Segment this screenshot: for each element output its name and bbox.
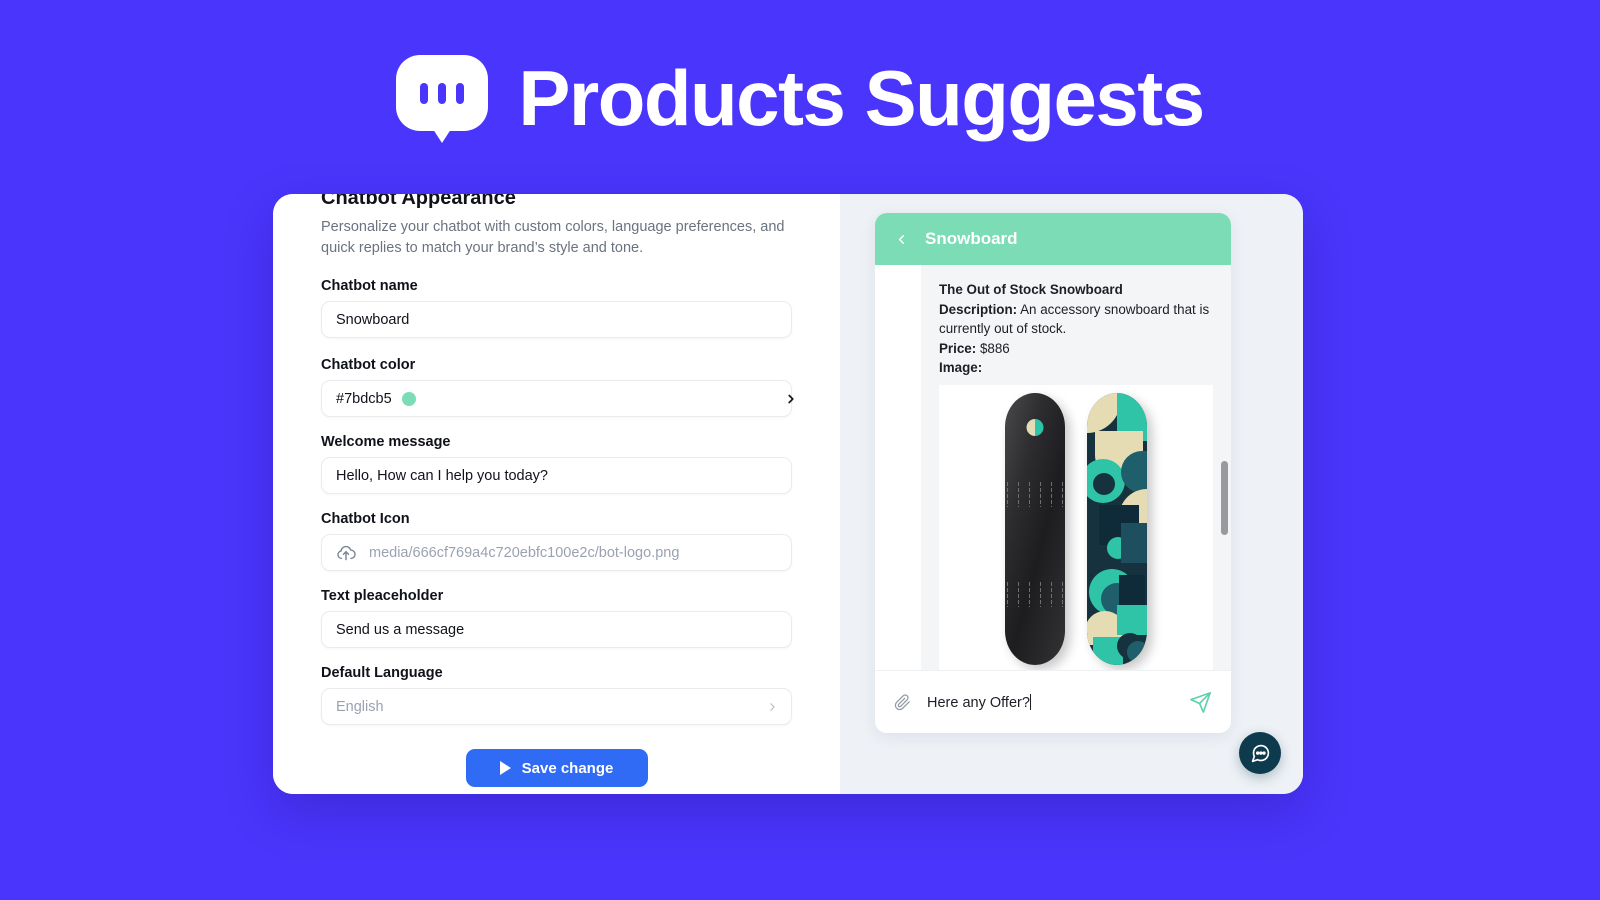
settings-pane: Chatbot Appearance Personalize your chat… xyxy=(273,194,840,794)
field-text-placeholder: Text pleaceholder Send us a message xyxy=(321,588,792,648)
snowboard-dark-screws-bottom xyxy=(1006,580,1064,607)
hero-banner: Products Suggests xyxy=(0,0,1600,196)
text-placeholder-input[interactable]: Send us a message xyxy=(321,611,792,648)
field-welcome-message: Welcome message Hello, How can I help yo… xyxy=(321,434,792,494)
product-description-row: Description: An accessory snowboard that… xyxy=(939,300,1213,339)
snowboards-illustration xyxy=(1005,392,1147,665)
send-plane-icon[interactable] xyxy=(1189,691,1212,714)
text-caret xyxy=(1029,693,1031,710)
chat-bubble-dots-icon xyxy=(1251,744,1269,762)
chevron-right-icon[interactable] xyxy=(766,700,779,713)
label-default-language: Default Language xyxy=(321,665,443,681)
settings-subtitle: Personalize your chatbot with custom col… xyxy=(321,219,785,256)
logo-dots xyxy=(396,83,488,104)
settings-heading: Chatbot Appearance xyxy=(321,194,516,209)
chat-header-title: Snowboard xyxy=(925,229,1018,248)
snowboard-dark xyxy=(1005,392,1065,665)
default-language-select[interactable]: English xyxy=(321,688,792,725)
field-default-language: Default Language English xyxy=(321,665,792,725)
label-chatbot-icon: Chatbot Icon xyxy=(321,511,410,527)
price-value: $886 xyxy=(979,340,1010,356)
welcome-message-value: Hello, How can I help you today? xyxy=(336,467,548,484)
chevron-right-icon[interactable] xyxy=(784,392,798,406)
chat-preview-pane: Snowboard The Out of Stock Snowboard Des… xyxy=(840,194,1303,794)
app-window: Chatbot Appearance Personalize your chat… xyxy=(273,194,1303,794)
save-change-button[interactable]: Save change xyxy=(465,749,648,787)
save-change-label: Save change xyxy=(521,759,614,777)
chat-fab-button[interactable] xyxy=(1239,732,1281,774)
product-image xyxy=(939,384,1213,670)
save-row: Save change xyxy=(321,749,792,787)
color-swatch xyxy=(401,391,416,406)
chatbot-name-input[interactable]: Snowboard xyxy=(321,301,792,338)
cloud-upload-icon xyxy=(337,545,356,560)
field-chatbot-color: Chatbot color #7bdcb5 xyxy=(321,357,794,417)
snowboard-dark-screws-top xyxy=(1006,480,1064,507)
chatbot-color-select[interactable]: #7bdcb5 xyxy=(321,380,794,417)
chat-message-input[interactable]: Here any Offer? xyxy=(927,693,1173,711)
description-label: Description: xyxy=(939,301,1018,317)
chat-message-value: Here any Offer? xyxy=(927,694,1030,711)
chatbot-color-value: #7bdcb5 xyxy=(336,390,392,407)
chat-header: Snowboard xyxy=(875,213,1231,265)
chatbot-name-value: Snowboard xyxy=(336,311,410,328)
label-welcome-message: Welcome message xyxy=(321,434,451,450)
play-icon xyxy=(499,761,511,775)
logo-dot-2 xyxy=(438,83,447,104)
logo-dot-3 xyxy=(456,83,465,104)
chat-bubble-dots-logo-icon xyxy=(396,55,489,143)
product-price-row: Price: $886 xyxy=(939,339,1213,359)
chatbot-icon-upload[interactable]: media/666cf769a4c720ebfc100e2c/bot-logo.… xyxy=(321,534,792,571)
snowboard-dark-logo xyxy=(1026,418,1044,436)
paperclip-icon[interactable] xyxy=(894,693,911,712)
label-text-placeholder: Text pleaceholder xyxy=(321,588,444,604)
chat-scrollbar[interactable] xyxy=(1221,461,1228,535)
text-placeholder-value: Send us a message xyxy=(336,621,465,638)
welcome-message-input[interactable]: Hello, How can I help you today? xyxy=(321,457,792,494)
product-image-row: Image: xyxy=(939,358,1213,378)
snowboard-patterned xyxy=(1087,392,1147,665)
image-label: Image: xyxy=(939,360,983,375)
label-chatbot-name: Chatbot name xyxy=(321,278,418,294)
default-language-value: English xyxy=(336,698,384,715)
chat-widget: Snowboard The Out of Stock Snowboard Des… xyxy=(875,213,1231,733)
bot-message-bubble: The Out of Stock Snowboard Description: … xyxy=(921,265,1231,670)
chat-input-row: Here any Offer? xyxy=(875,670,1231,733)
chevron-left-icon[interactable] xyxy=(894,232,909,247)
logo-bubble-tail xyxy=(429,123,456,143)
field-chatbot-icon: Chatbot Icon media/666cf769a4c720ebfc100… xyxy=(321,511,792,571)
label-chatbot-color: Chatbot color xyxy=(321,357,416,373)
field-chatbot-name: Chatbot name Snowboard xyxy=(321,278,792,338)
product-title: The Out of Stock Snowboard xyxy=(939,282,1123,297)
chat-message-list[interactable]: The Out of Stock Snowboard Description: … xyxy=(875,265,1231,670)
chatbot-icon-path: media/666cf769a4c720ebfc100e2c/bot-logo.… xyxy=(369,544,680,561)
price-label: Price: xyxy=(939,340,977,356)
logo-dot-1 xyxy=(420,83,429,104)
page-title: Products Suggests xyxy=(518,54,1205,142)
